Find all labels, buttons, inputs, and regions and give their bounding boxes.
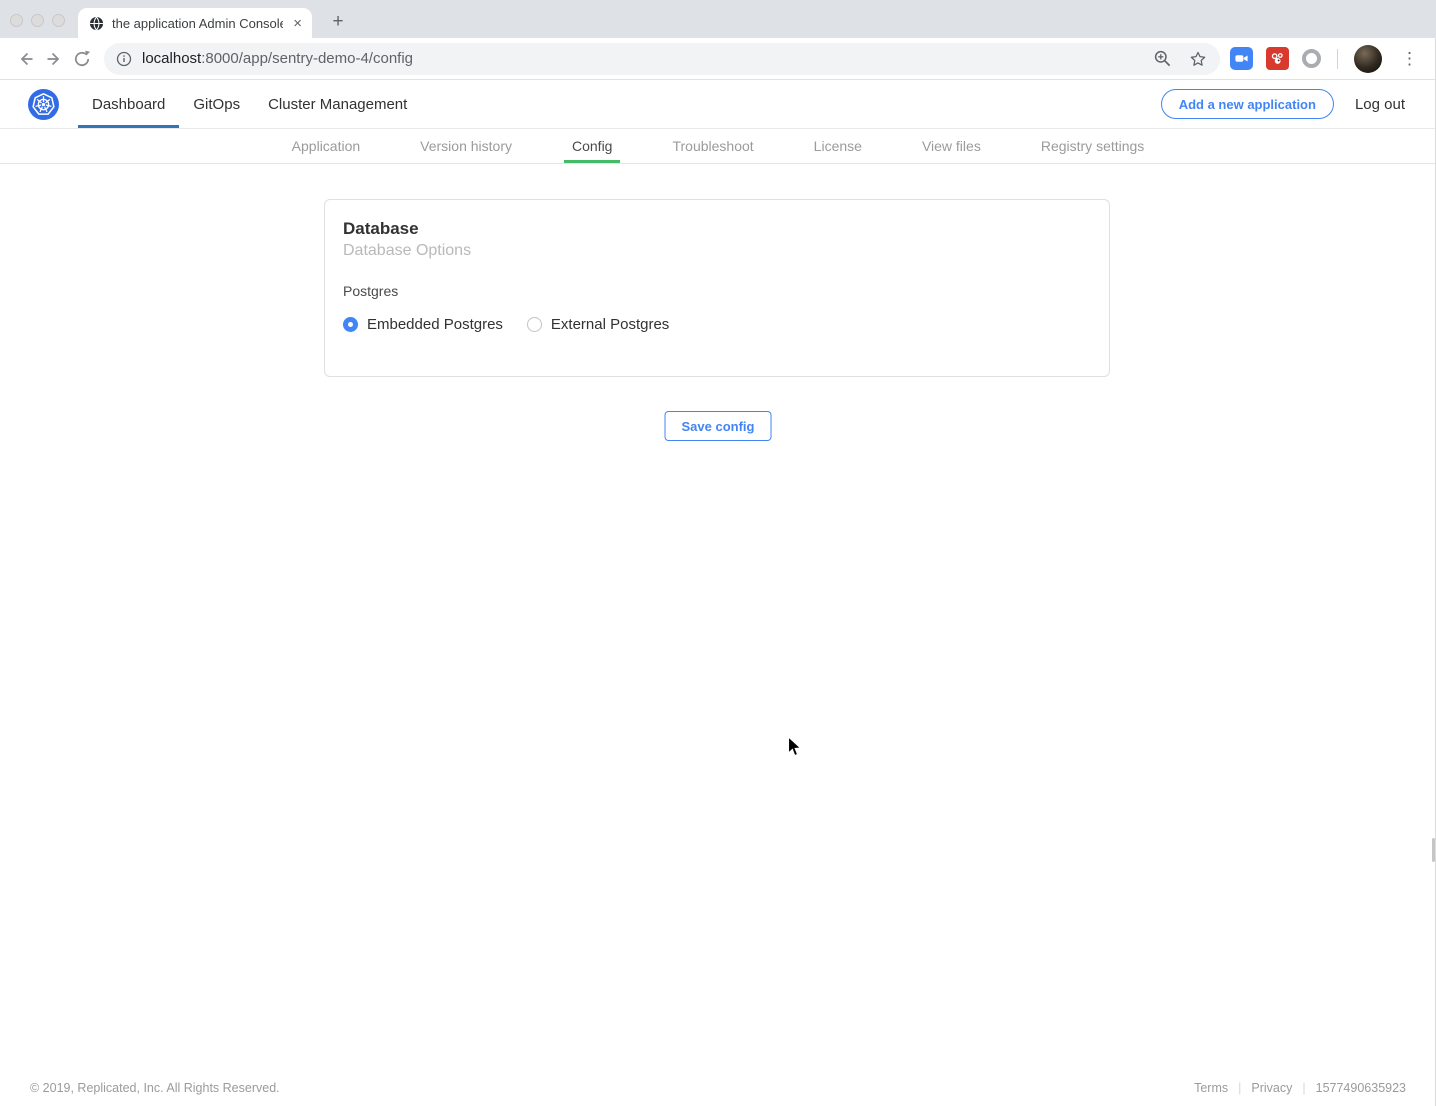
tab-license[interactable]: License	[806, 129, 870, 163]
add-new-application-button[interactable]: Add a new application	[1161, 89, 1334, 119]
subtab-label: Application	[292, 138, 361, 154]
radio-selected-icon[interactable]	[343, 317, 358, 332]
nav-item-label: Dashboard	[92, 96, 165, 113]
subtab-label: Version history	[420, 138, 512, 154]
ring-extension-icon[interactable]	[1302, 49, 1321, 68]
browser-toolbar: localhost:8000/app/sentry-demo-4/config	[0, 38, 1436, 80]
radio-group-postgres: Embedded Postgres External Postgres	[343, 316, 1091, 333]
tab-application[interactable]: Application	[284, 129, 369, 163]
footer-copyright: © 2019, Replicated, Inc. All Rights Rese…	[30, 1081, 280, 1095]
footer-links: Terms | Privacy | 1577490635923	[1194, 1081, 1406, 1095]
forward-icon	[44, 49, 64, 69]
zoom-icon[interactable]	[1153, 49, 1172, 68]
config-item-label: Postgres	[343, 283, 1091, 299]
red-extension-icon[interactable]	[1266, 47, 1289, 70]
tab-close-icon[interactable]: ×	[291, 16, 304, 31]
tab-config[interactable]: Config	[564, 129, 620, 163]
url-text: localhost:8000/app/sentry-demo-4/config	[142, 50, 1145, 67]
window-maximize-button[interactable]	[52, 14, 65, 27]
privacy-link[interactable]: Privacy	[1251, 1081, 1292, 1095]
tab-view-files[interactable]: View files	[914, 129, 989, 163]
main-nav: Dashboard GitOps Cluster Management	[78, 80, 421, 128]
subtab-label: View files	[922, 138, 981, 154]
config-group-card: Database Database Options Postgres Embed…	[324, 199, 1110, 377]
menu-kebab-icon[interactable]: ⋮	[1395, 49, 1424, 69]
url-path: :8000/app/sentry-demo-4/config	[201, 50, 413, 67]
nav-item-cluster-management[interactable]: Cluster Management	[254, 80, 421, 128]
subtab-label: Registry settings	[1041, 138, 1144, 154]
back-button[interactable]	[12, 45, 40, 73]
subtab-label: Troubleshoot	[672, 138, 753, 154]
window-controls	[10, 14, 65, 27]
browser-tabstrip: the application Admin Console × +	[0, 0, 1436, 38]
subtab-label: License	[814, 138, 862, 154]
bookmark-star-icon[interactable]	[1188, 49, 1208, 69]
app-header: Dashboard GitOps Cluster Management Add …	[0, 80, 1436, 129]
footer-separator: |	[1238, 1081, 1241, 1095]
info-icon[interactable]	[116, 51, 132, 67]
kubernetes-logo-icon	[28, 89, 59, 120]
tab-version-history[interactable]: Version history	[412, 129, 520, 163]
browser-tab[interactable]: the application Admin Console ×	[78, 8, 312, 38]
footer-separator: |	[1302, 1081, 1305, 1095]
reload-button[interactable]	[68, 45, 96, 73]
subtab-label: Config	[572, 138, 612, 154]
terms-link[interactable]: Terms	[1194, 1081, 1228, 1095]
nav-item-gitops[interactable]: GitOps	[179, 80, 254, 128]
radio-unselected-icon[interactable]	[527, 317, 542, 332]
tab-title: the application Admin Console	[112, 16, 283, 31]
radio-external-postgres[interactable]: External Postgres	[527, 316, 669, 333]
scrollbar-thumb[interactable]	[1432, 838, 1435, 862]
app-subnav: Application Version history Config Troub…	[0, 129, 1436, 164]
nav-item-dashboard[interactable]: Dashboard	[78, 80, 179, 128]
globe-icon	[89, 16, 104, 31]
window-close-button[interactable]	[10, 14, 23, 27]
save-config-button[interactable]: Save config	[665, 411, 772, 441]
forward-button[interactable]	[40, 45, 68, 73]
nav-item-label: Cluster Management	[268, 96, 407, 113]
reload-icon	[72, 49, 92, 69]
url-host: localhost	[142, 50, 201, 67]
radio-embedded-postgres[interactable]: Embedded Postgres	[343, 316, 503, 333]
config-group-title: Database	[343, 219, 1091, 239]
footer-build-id: 1577490635923	[1316, 1081, 1406, 1095]
radio-option-label[interactable]: External Postgres	[551, 316, 669, 333]
config-group-subtitle: Database Options	[343, 242, 1091, 260]
profile-avatar[interactable]	[1354, 45, 1382, 73]
mouse-cursor	[787, 736, 802, 758]
logout-button[interactable]: Log out	[1355, 96, 1405, 113]
address-bar[interactable]: localhost:8000/app/sentry-demo-4/config	[104, 43, 1220, 75]
nav-item-label: GitOps	[193, 96, 240, 113]
tab-troubleshoot[interactable]: Troubleshoot	[664, 129, 761, 163]
toolbar-divider	[1337, 49, 1338, 69]
window-minimize-button[interactable]	[31, 14, 44, 27]
video-camera-extension-icon[interactable]	[1230, 47, 1253, 70]
radio-option-label[interactable]: Embedded Postgres	[367, 316, 503, 333]
new-tab-button[interactable]: +	[327, 11, 349, 33]
tab-registry-settings[interactable]: Registry settings	[1033, 129, 1152, 163]
back-icon	[16, 49, 36, 69]
